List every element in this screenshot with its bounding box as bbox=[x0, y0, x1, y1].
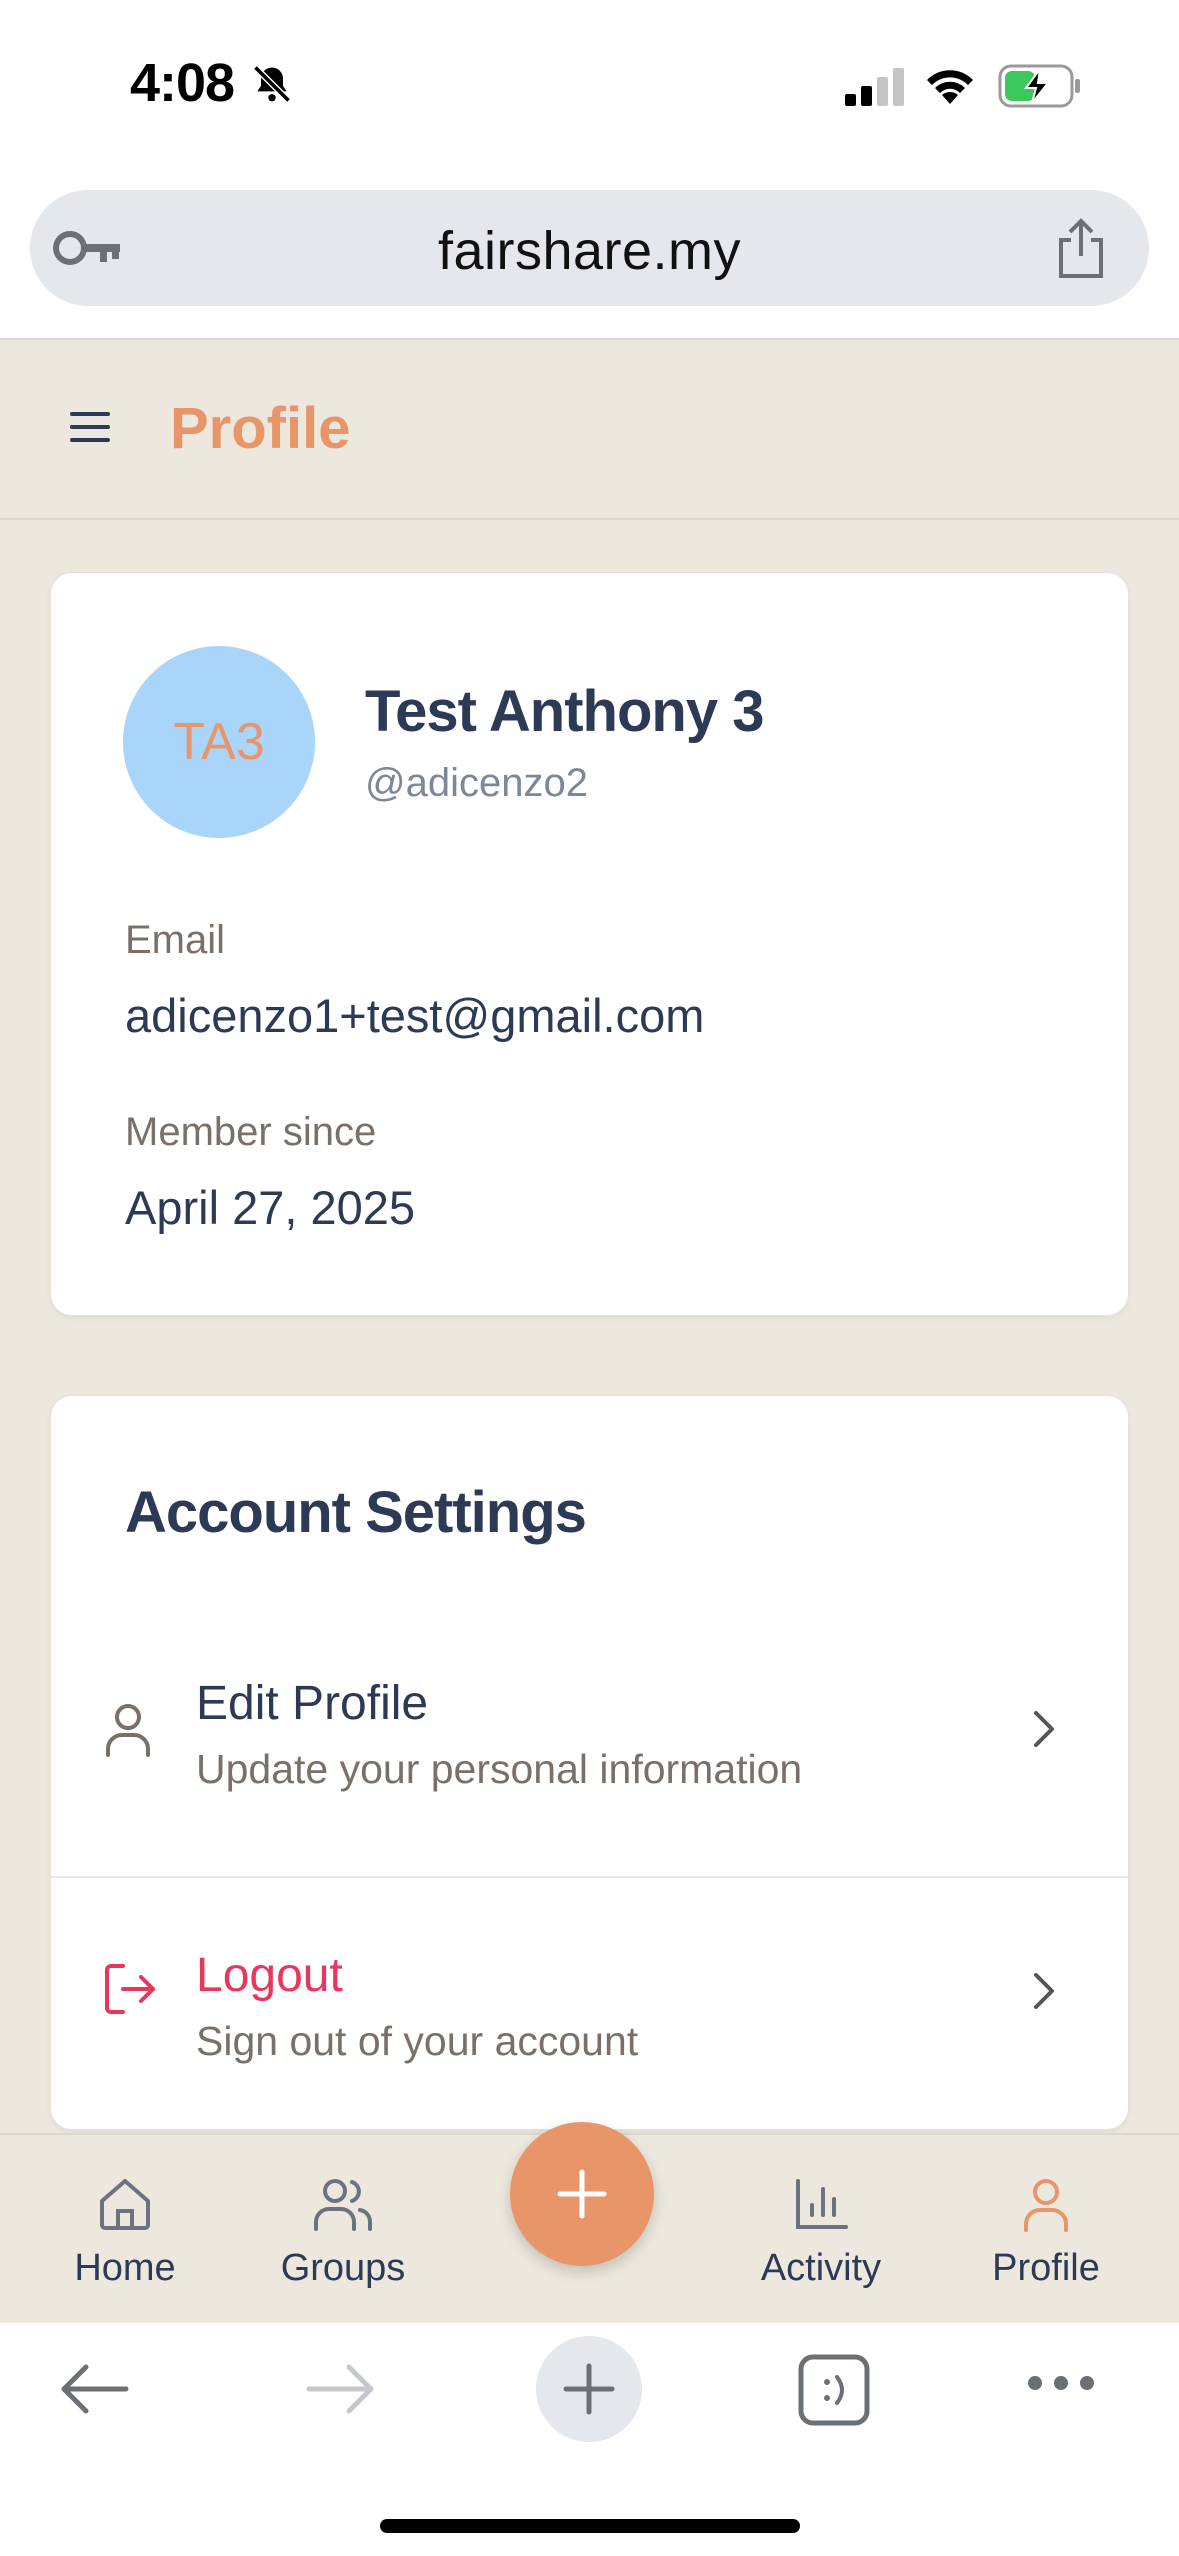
avatar: TA3 bbox=[123, 646, 315, 838]
nav-activity-label: Activity bbox=[760, 2247, 882, 2289]
account-settings-card: Account Settings Edit Profile Update you… bbox=[50, 1395, 1129, 2130]
status-bar: 4:08 bbox=[0, 0, 1179, 175]
battery-charging-icon bbox=[998, 64, 1080, 108]
browser-address-area: fairshare.my bbox=[0, 175, 1179, 340]
nav-groups-label: Groups bbox=[280, 2247, 406, 2289]
bell-slash-icon bbox=[253, 65, 291, 103]
page-title: Profile bbox=[170, 396, 351, 461]
groups-icon bbox=[314, 2179, 373, 2231]
nav-profile[interactable]: Profile bbox=[956, 2175, 1136, 2290]
email-value: adicenzo1+test@gmail.com bbox=[125, 989, 705, 1042]
edit-profile-subtitle: Update your personal information bbox=[196, 1746, 803, 1792]
logout-title: Logout bbox=[196, 1949, 343, 2002]
nav-activity[interactable]: Activity bbox=[731, 2175, 911, 2290]
forward-arrow-icon[interactable] bbox=[305, 2361, 377, 2417]
plus-icon bbox=[563, 2363, 615, 2415]
logout-row[interactable]: Logout Sign out of your account bbox=[51, 1878, 1128, 2129]
profile-name: Test Anthony 3 bbox=[365, 679, 764, 744]
profile-username: @adicenzo2 bbox=[365, 761, 588, 805]
menu-icon[interactable] bbox=[70, 410, 110, 444]
nav-home-label: Home bbox=[74, 2247, 176, 2289]
status-time: 4:08 bbox=[130, 53, 235, 113]
back-arrow-icon[interactable] bbox=[58, 2361, 130, 2417]
home-icon bbox=[100, 2179, 150, 2230]
profile-card: TA3 Test Anthony 3 @adicenzo2 Email adic… bbox=[50, 572, 1129, 1316]
member-since-value: April 27, 2025 bbox=[125, 1181, 416, 1234]
nav-home[interactable]: Home bbox=[35, 2175, 215, 2290]
edit-profile-title: Edit Profile bbox=[196, 1677, 429, 1730]
wifi-icon bbox=[927, 70, 973, 104]
url-text[interactable]: fairshare.my bbox=[30, 220, 1149, 282]
add-expense-button[interactable] bbox=[510, 2122, 654, 2266]
plus-icon bbox=[557, 2169, 607, 2219]
chevron-right-icon bbox=[1034, 1973, 1054, 2009]
edit-profile-row[interactable]: Edit Profile Update your personal inform… bbox=[51, 1631, 1128, 1911]
activity-icon bbox=[796, 2179, 848, 2229]
member-since-label: Member since bbox=[125, 1110, 377, 1154]
address-bar[interactable]: fairshare.my bbox=[30, 190, 1149, 306]
new-tab-button[interactable] bbox=[536, 2336, 642, 2442]
logout-icon bbox=[105, 1964, 155, 2014]
home-indicator bbox=[380, 2519, 800, 2533]
logout-subtitle: Sign out of your account bbox=[196, 2018, 639, 2064]
app-header: Profile bbox=[0, 340, 1179, 520]
settings-title: Account Settings bbox=[125, 1480, 587, 1545]
user-icon bbox=[106, 1704, 150, 1757]
profile-icon bbox=[1024, 2179, 1068, 2232]
cellular-signal-icon bbox=[845, 68, 904, 106]
nav-groups[interactable]: Groups bbox=[253, 2175, 433, 2290]
more-icon[interactable] bbox=[1025, 2373, 1097, 2393]
email-label: Email bbox=[125, 918, 226, 962]
share-icon[interactable] bbox=[1053, 218, 1109, 280]
nav-profile-label: Profile bbox=[992, 2247, 1100, 2289]
tabs-icon[interactable] bbox=[797, 2353, 871, 2427]
chevron-right-icon bbox=[1034, 1711, 1054, 1747]
